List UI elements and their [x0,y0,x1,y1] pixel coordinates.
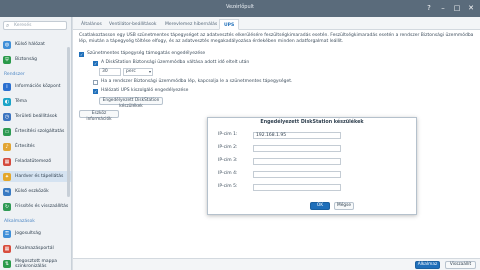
palette-icon: ◐ [3,97,11,106]
ip-field-5[interactable] [253,184,341,191]
permitted-devices-dialog: Engedélyezett DiskStation készülékek IP-… [207,117,417,215]
network-ups-checkbox[interactable]: ✓ [93,89,98,94]
safe-mode-checkbox[interactable]: ✓ [93,61,98,66]
sidebar-item-megosztott-mappa[interactable]: ⇅ Megosztott mappa szinkronizálás [3,257,69,270]
time-value-field[interactable]: 30 [99,68,121,76]
permitted-devices-button[interactable]: Engedélyezett DiskStation készülékek [99,97,163,109]
cancel-button[interactable]: Mégse [334,202,354,210]
window-title: Vezérlőpult [225,4,254,10]
sidebar-item-biztonsag[interactable]: ⛨ Biztonság [3,54,69,65]
reset-button[interactable]: Visszaállít [445,261,476,269]
title-bar-controls: ? – □ ✕ [424,3,476,13]
ip-label-2: IP-cím 2: [218,145,238,150]
dialog-title: Engedélyezett DiskStation készülékek [260,120,364,125]
help-icon[interactable]: ? [424,3,434,13]
tab-ventilator[interactable]: Ventilátor-beállítások [105,19,160,30]
ip-label-4: IP-cím 4: [218,171,238,176]
sidebar-item-frissites[interactable]: ↻ Frissítés és visszaállítás [3,201,69,212]
time-unit-value: perc [126,69,136,74]
grid-icon: ▦ [3,244,11,253]
sidebar-item-label: Megosztott mappa szinkronizálás [15,259,58,269]
close-icon[interactable]: ✕ [466,3,476,13]
sidebar-item-hardver[interactable]: ✦ Hardver és tápellátás [0,171,71,182]
sidebar-item-label: Információs központ [15,84,61,89]
sidebar-item-feladatutemezo[interactable]: ▦ Feladatütemező [3,156,69,167]
sidebar-item-informacios-kozpont[interactable]: i Információs központ [3,81,69,92]
sidebar-item-label: Biztonság [15,57,38,62]
ip-field-4[interactable] [253,171,341,178]
group-rendszer: Rendszer [4,72,25,77]
sidebar-item-label: Feladatütemező [15,159,52,164]
ip-field-3[interactable] [253,158,341,165]
ip-label-5: IP-cím 5: [218,184,238,189]
sidebar-item-ertesites[interactable]: ♪ Értesítés [3,141,69,152]
usb-icon: ⇋ [3,187,11,196]
minimize-icon[interactable]: – [438,3,448,13]
ip-label-3: IP-cím 3: [218,158,238,163]
sidebar-item-label: Területi beállítások [15,114,58,119]
tab-bar: Általános Ventilátor-beállítások Merevle… [73,17,480,30]
ok-button[interactable]: OK [310,202,330,210]
bell-icon: ♪ [3,142,11,151]
sidebar-item-alkalmazasportal[interactable]: ▦ Alkalmazásportál [3,243,69,254]
footer-bar: Alkalmaz Visszaállít [73,258,480,270]
clock-icon: ◷ [3,112,11,121]
sidebar: ⌕ Keresés ◍ Külső hálózat ⛨ Biztonság Re… [0,17,72,270]
globe-icon: ◍ [3,40,11,49]
sidebar-item-kulso-eszkozok[interactable]: ⇋ Külső eszközök [3,186,69,197]
shutdown-checkbox[interactable] [93,80,98,85]
sidebar-item-teruleti[interactable]: ◷ Területi beállítások [3,111,69,122]
search-icon: ⌕ [6,22,10,29]
ups-enable-checkbox[interactable]: ✓ [79,52,84,57]
refresh-icon: ↻ [3,202,11,211]
sidebar-item-label: Külső eszközök [15,189,49,194]
sidebar-item-label: Téma [15,99,27,104]
sidebar-search[interactable]: ⌕ Keresés [3,21,67,30]
ip-field-1[interactable]: 192.168.1.95 [253,132,341,139]
shutdown-label: Ha a rendszer Biztonsági üzemmódba lép, … [101,79,293,84]
sidebar-scrollbar[interactable] [67,47,70,197]
ip-field-2[interactable] [253,145,341,152]
ups-intro-text: Csatlakoztasson egy USB szünetmentes táp… [79,33,474,44]
network-ups-label: Hálózati UPS kiszolgáló engedélyezése [101,88,189,93]
tab-ups[interactable]: UPS [219,19,240,30]
time-unit-select[interactable]: perc ▾ [123,68,153,76]
title-bar: Vezérlőpult ? – □ ✕ [0,0,480,17]
search-placeholder: Keresés [14,23,32,28]
tab-altalanos[interactable]: Általános [77,19,106,30]
safe-mode-label: A DiskStation Biztonsági üzemmódba váltá… [101,60,250,65]
chat-icon: ▭ [3,127,11,136]
device-info-button[interactable]: Eszköz információk [79,110,119,122]
sync-icon: ⇅ [3,260,11,268]
ip-label-1: IP-cím 1: [218,132,238,137]
chevron-down-icon: ▾ [148,69,151,74]
sidebar-item-label: Jogosultság [15,231,41,236]
bulb-icon: ✦ [3,172,11,181]
calendar-icon: ▦ [3,157,11,166]
ups-enable-label: Szünetmentes tápegység támogatás engedél… [87,51,206,56]
sidebar-item-label: Értesítési szolgáltatás [15,129,65,134]
maximize-icon[interactable]: □ [452,3,462,13]
sidebar-item-label: Frissítés és visszaállítás [15,204,69,209]
sidebar-item-label: Alkalmazásportál [15,246,54,251]
apply-button[interactable]: Alkalmaz [415,261,440,269]
sidebar-item-kulso-halozat[interactable]: ◍ Külső hálózat [3,39,69,50]
sidebar-item-ertesitesi-szolgaltatas[interactable]: ▭ Értesítési szolgáltatás [3,126,69,137]
group-alkalmazasok: Alkalmazások [4,219,35,224]
sidebar-item-label: Külső hálózat [15,42,45,47]
main-panel: Általános Ventilátor-beállítások Merevle… [73,17,480,270]
sidebar-item-tema[interactable]: ◐ Téma [3,96,69,107]
key-icon: ⚿ [3,229,11,238]
sidebar-item-label: Értesítés [15,144,35,149]
sidebar-item-jogosultsag[interactable]: ⚿ Jogosultság [3,228,69,239]
sidebar-item-label: Hardver és tápellátás [15,174,64,179]
shield-icon: ⛨ [3,55,11,64]
tab-merevlemez[interactable]: Merevlemez hibernálás [161,19,221,30]
info-icon: i [3,82,11,91]
